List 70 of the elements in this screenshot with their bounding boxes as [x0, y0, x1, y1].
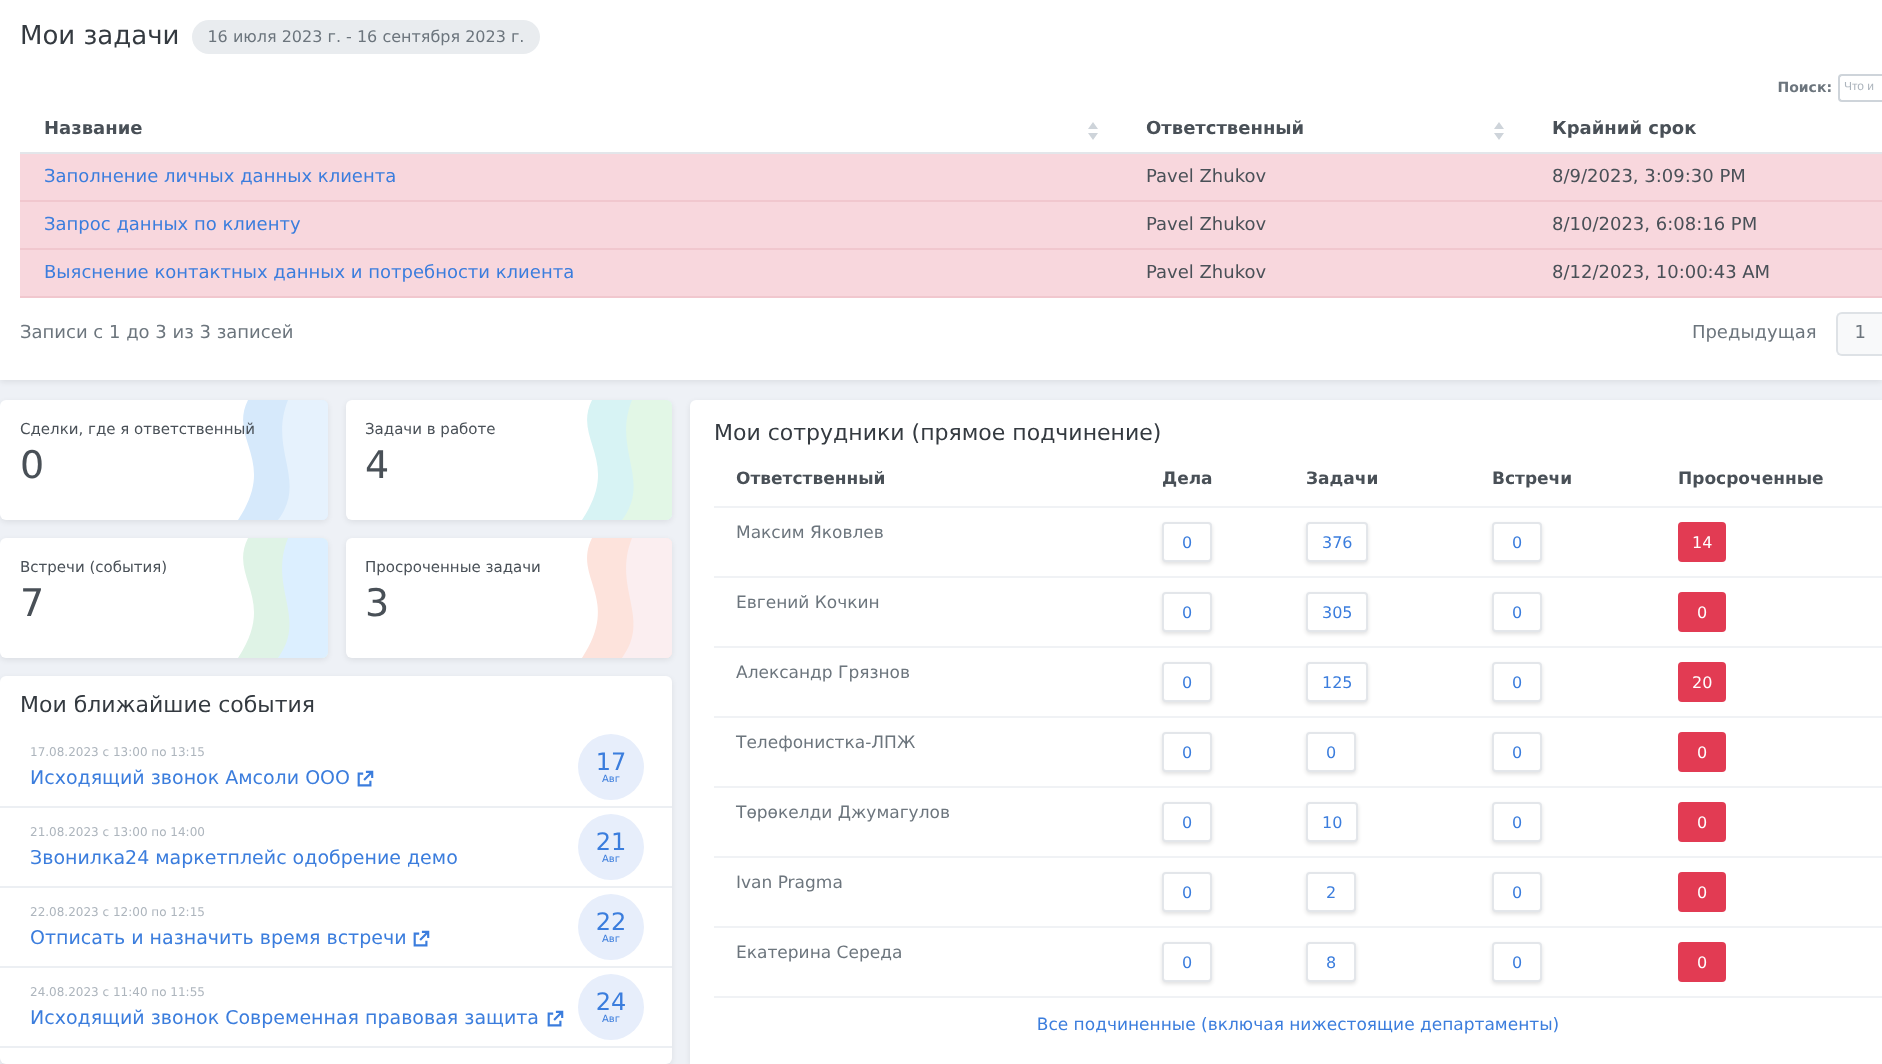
all-subordinates-link[interactable]: Все подчиненные (включая нижестоящие департаменты) — [1036, 1016, 1560, 1036]
table-cell: Pavel Zhukov — [1122, 202, 1528, 250]
count-button[interactable]: 0 — [1162, 802, 1212, 842]
count-button[interactable]: 10 — [1306, 802, 1359, 842]
column-header: Просроченные — [1678, 470, 1882, 508]
count-button[interactable]: 305 — [1306, 592, 1369, 632]
overdue-button[interactable]: 0 — [1678, 592, 1726, 632]
count-button[interactable]: 0 — [1306, 732, 1356, 772]
count-button[interactable]: 0 — [1492, 872, 1542, 912]
stat-value: 0 — [20, 444, 47, 488]
employee-name: Евгений Кочкин — [736, 594, 880, 614]
tasks-title: Мои задачи — [20, 22, 180, 52]
column-header: Встречи — [1492, 470, 1678, 508]
employee-name: Александр Грязнов — [736, 664, 911, 684]
event-link[interactable]: Отписать и назначить время встречи — [30, 927, 407, 949]
event-link[interactable]: Звонилка24 маркетплейс одобрение демо — [30, 847, 458, 869]
external-link-icon[interactable] — [412, 929, 431, 947]
events-title: Мои ближайшие события — [18, 690, 318, 722]
employee-name: Ivan Pragma — [736, 874, 843, 894]
count-button[interactable]: 0 — [1162, 942, 1212, 982]
records-info: Записи с 1 до 3 из 3 записей — [20, 324, 294, 344]
page-button[interactable]: 1 — [1836, 312, 1882, 356]
count-button[interactable]: 0 — [1492, 522, 1542, 562]
sort-icon — [1088, 121, 1098, 139]
count-button[interactable]: 0 — [1162, 522, 1212, 562]
event-link[interactable]: Исходящий звонок Амсоли ООО — [30, 767, 351, 789]
task-link[interactable]: Выяснение контактных данных и потребности клиента — [20, 250, 1122, 298]
overdue-button[interactable]: 0 — [1678, 942, 1726, 982]
task-link[interactable]: Запрос данных по клиенту — [20, 202, 1122, 250]
count-button[interactable]: 0 — [1492, 802, 1542, 842]
stat-value: 3 — [365, 582, 392, 626]
external-link-icon[interactable] — [545, 1009, 563, 1027]
event-link[interactable]: Исходящий звонок Современная правовая защита — [30, 1007, 539, 1029]
overdue-button[interactable]: 0 — [1678, 872, 1726, 912]
overdue-button[interactable]: 14 — [1678, 522, 1727, 562]
employee-name: Телефонистка-ЛПЖ — [736, 734, 916, 754]
count-button[interactable]: 0 — [1492, 592, 1542, 632]
staff-title: Мои сотрудники (прямое подчинение) — [714, 418, 1164, 450]
count-button[interactable]: 125 — [1306, 662, 1369, 702]
count-button[interactable]: 0 — [1162, 592, 1212, 632]
count-button[interactable]: 376 — [1306, 522, 1369, 562]
count-button[interactable]: 8 — [1306, 942, 1356, 982]
stat-value: 7 — [20, 582, 47, 626]
table-cell: 8/10/2023, 6:08:16 PM — [1528, 202, 1882, 250]
table-cell: 8/12/2023, 10:00:43 AM — [1528, 250, 1882, 298]
count-button[interactable]: 0 — [1162, 872, 1212, 912]
column-header: Дела — [1162, 470, 1306, 508]
table-cell: Pavel Zhukov — [1122, 154, 1528, 202]
count-button[interactable]: 2 — [1306, 872, 1356, 912]
employee-name: Максим Яковлев — [736, 524, 884, 544]
count-button[interactable]: 0 — [1162, 662, 1212, 702]
external-link-icon[interactable] — [356, 769, 375, 787]
column-header: Задачи — [1306, 470, 1492, 508]
count-button[interactable]: 0 — [1492, 732, 1542, 772]
employee-name: Төрөкелди Джумагулов — [736, 804, 950, 824]
previous-link[interactable]: Предыдущая — [1691, 324, 1817, 344]
table-cell: 8/9/2023, 3:09:30 PM — [1528, 154, 1882, 202]
count-button[interactable]: 0 — [1162, 732, 1212, 772]
count-button[interactable]: 0 — [1492, 662, 1542, 702]
sort-icon — [1494, 121, 1504, 139]
employee-name: Екатерина Середа — [736, 944, 903, 964]
period-badge: 16 июля 2023 г. - 16 сентября 2023 г. — [191, 20, 541, 54]
count-button[interactable]: 0 — [1492, 942, 1542, 982]
overdue-button[interactable]: 0 — [1678, 732, 1726, 772]
overdue-button[interactable]: 20 — [1678, 662, 1727, 702]
table-cell: Pavel Zhukov — [1122, 250, 1528, 298]
stat-value: 4 — [365, 444, 392, 488]
column-header: Ответственный — [714, 470, 1162, 508]
overdue-button[interactable]: 0 — [1678, 802, 1726, 842]
task-link[interactable]: Заполнение личных данных клиента — [20, 154, 1122, 202]
